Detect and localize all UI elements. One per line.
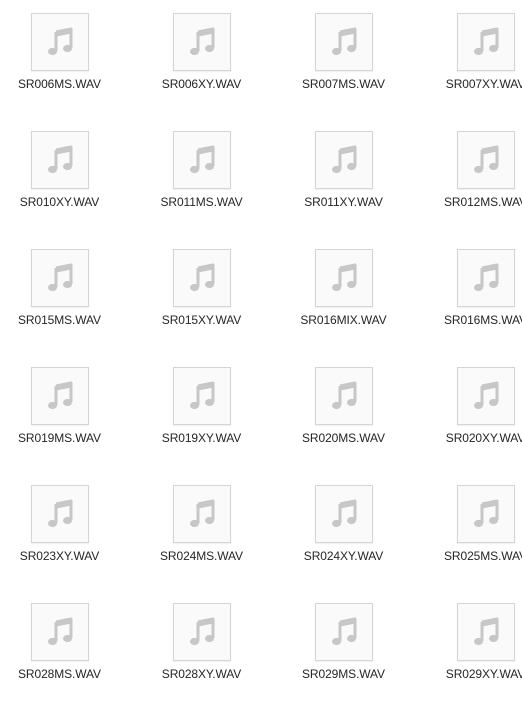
music-note-icon — [188, 145, 216, 175]
audio-file-thumbnail[interactable] — [456, 603, 515, 661]
music-note-icon — [46, 27, 74, 57]
file-name[interactable]: SR028XY.WAV — [162, 667, 241, 681]
file-item[interactable]: SR029XY.WAV — [403, 603, 522, 721]
audio-file-thumbnail[interactable] — [172, 131, 231, 189]
file-name[interactable]: SR024XY.WAV — [304, 549, 383, 563]
audio-file-thumbnail[interactable] — [456, 485, 515, 543]
music-note-icon — [330, 145, 358, 175]
music-note-icon — [330, 263, 358, 293]
audio-file-thumbnail[interactable] — [456, 131, 515, 189]
file-name[interactable]: SR007MS.WAV — [302, 77, 385, 91]
file-item[interactable]: SR020MS.WAV — [261, 367, 426, 485]
file-name[interactable]: SR015XY.WAV — [162, 313, 241, 327]
audio-file-thumbnail[interactable] — [314, 13, 373, 71]
music-note-icon — [46, 499, 74, 529]
music-note-icon — [188, 499, 216, 529]
file-name[interactable]: SR011MS.WAV — [160, 195, 242, 209]
music-note-icon — [330, 381, 358, 411]
audio-file-thumbnail[interactable] — [172, 13, 231, 71]
music-note-icon — [330, 499, 358, 529]
file-name[interactable]: SR025MS.WAV — [444, 549, 522, 563]
file-item[interactable]: SR024XY.WAV — [261, 485, 426, 603]
music-note-icon — [472, 263, 500, 293]
audio-file-thumbnail[interactable] — [172, 249, 231, 307]
audio-file-thumbnail[interactable] — [314, 249, 373, 307]
audio-file-thumbnail[interactable] — [30, 367, 89, 425]
music-note-icon — [472, 27, 500, 57]
file-name[interactable]: SR024MS.WAV — [160, 549, 243, 563]
music-note-icon — [472, 381, 500, 411]
audio-file-thumbnail[interactable] — [314, 131, 373, 189]
file-item[interactable]: SR006XY.WAV — [119, 13, 284, 131]
music-note-icon — [46, 263, 74, 293]
file-item[interactable]: SR016MIX.WAV — [261, 249, 426, 367]
music-note-icon — [472, 499, 500, 529]
audio-file-thumbnail[interactable] — [456, 13, 515, 71]
music-note-icon — [330, 27, 358, 57]
file-name[interactable]: SR016MS.WAV — [444, 313, 522, 327]
music-note-icon — [46, 381, 74, 411]
audio-file-thumbnail[interactable] — [30, 249, 89, 307]
file-name[interactable]: SR007XY.WAV — [446, 77, 522, 91]
audio-file-thumbnail[interactable] — [172, 603, 231, 661]
file-item[interactable]: SR025MS.WAV — [403, 485, 522, 603]
file-name[interactable]: SR006XY.WAV — [162, 77, 241, 91]
file-name[interactable]: SR020XY.WAV — [446, 431, 522, 445]
file-item[interactable]: SR019XY.WAV — [119, 367, 284, 485]
music-note-icon — [472, 617, 500, 647]
audio-file-thumbnail[interactable] — [314, 367, 373, 425]
music-note-icon — [188, 617, 216, 647]
music-note-icon — [188, 263, 216, 293]
audio-file-thumbnail[interactable] — [30, 485, 89, 543]
file-item[interactable]: SR020XY.WAV — [403, 367, 522, 485]
music-note-icon — [330, 617, 358, 647]
file-item[interactable]: SR007XY.WAV — [403, 13, 522, 131]
audio-file-thumbnail[interactable] — [456, 367, 515, 425]
file-item[interactable]: SR029MS.WAV — [261, 603, 426, 721]
music-note-icon — [472, 145, 500, 175]
file-name[interactable]: SR020MS.WAV — [302, 431, 385, 445]
file-icon-grid: SR006MS.WAV SR006XY.WAV SR007MS.WAV SR00… — [0, 13, 522, 721]
file-item[interactable]: SR015XY.WAV — [119, 249, 284, 367]
music-note-icon — [188, 27, 216, 57]
audio-file-thumbnail[interactable] — [172, 367, 231, 425]
file-name[interactable]: SR023XY.WAV — [20, 549, 99, 563]
audio-file-thumbnail[interactable] — [314, 485, 373, 543]
music-note-icon — [46, 145, 74, 175]
file-name[interactable]: SR006MS.WAV — [18, 77, 101, 91]
file-name[interactable]: SR011XY.WAV — [304, 195, 383, 209]
file-name[interactable]: SR019XY.WAV — [162, 431, 241, 445]
file-item[interactable]: SR011XY.WAV — [261, 131, 426, 249]
music-note-icon — [188, 381, 216, 411]
audio-file-thumbnail[interactable] — [30, 131, 89, 189]
music-note-icon — [46, 617, 74, 647]
file-name[interactable]: SR028MS.WAV — [18, 667, 101, 681]
file-item[interactable]: SR007MS.WAV — [261, 13, 426, 131]
audio-file-thumbnail[interactable] — [456, 249, 515, 307]
file-item[interactable]: SR024MS.WAV — [119, 485, 284, 603]
file-name[interactable]: SR016MIX.WAV — [300, 313, 386, 327]
audio-file-thumbnail[interactable] — [30, 13, 89, 71]
audio-file-thumbnail[interactable] — [172, 485, 231, 543]
file-name[interactable]: SR029MS.WAV — [302, 667, 385, 681]
file-name[interactable]: SR010XY.WAV — [20, 195, 99, 209]
file-item[interactable]: SR028XY.WAV — [119, 603, 284, 721]
file-name[interactable]: SR012MS.WAV — [444, 195, 522, 209]
file-item[interactable]: SR011MS.WAV — [119, 131, 284, 249]
file-name[interactable]: SR015MS.WAV — [18, 313, 101, 327]
file-item[interactable]: SR016MS.WAV — [403, 249, 522, 367]
file-name[interactable]: SR029XY.WAV — [446, 667, 522, 681]
file-item[interactable]: SR012MS.WAV — [403, 131, 522, 249]
audio-file-thumbnail[interactable] — [314, 603, 373, 661]
audio-file-thumbnail[interactable] — [30, 603, 89, 661]
file-name[interactable]: SR019MS.WAV — [18, 431, 101, 445]
